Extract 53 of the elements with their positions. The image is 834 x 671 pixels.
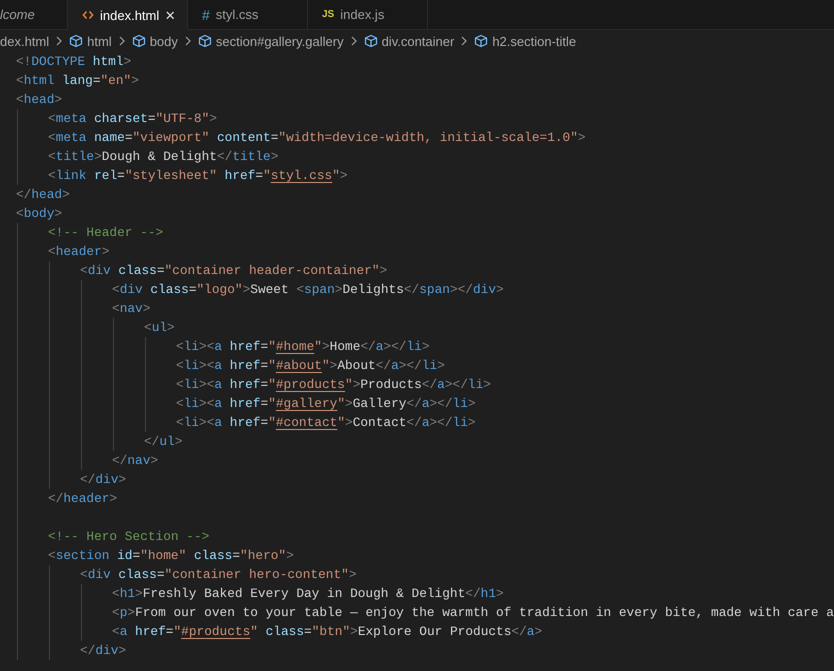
js-icon: JS <box>322 9 334 20</box>
code-line: <nav> <box>112 300 150 318</box>
code-line: <head> <box>16 91 62 109</box>
code-line: <!DOCTYPE html> <box>16 53 132 71</box>
hash-icon: # <box>202 6 210 22</box>
code-line: <html lang="en"> <box>16 72 139 90</box>
code-line: <li><a href="#about">About</a></li> <box>176 357 445 375</box>
code-line: </div> <box>80 471 126 489</box>
editor-tab[interactable]: index.html × <box>68 0 188 30</box>
code-line: <p>From our oven to your table — enjoy the warmth of tradition in every bite, made with care a <box>112 604 834 622</box>
code-line: <body> <box>16 205 62 223</box>
code-line: <h1>Freshly Baked Every Day in Dough & Delight</h1> <box>112 585 504 603</box>
chevron-icon <box>350 35 358 47</box>
code-line: <section id="home" class="hero"> <box>48 547 294 565</box>
cube-icon <box>198 34 212 48</box>
breadcrumb-item[interactable]: div.container <box>382 34 454 48</box>
code-line: <meta name="viewport" content="width=device-width, initial-scale=1.0"> <box>48 129 586 147</box>
close-icon[interactable]: × <box>165 6 176 24</box>
code-line: <div class="container header-container"> <box>80 262 388 280</box>
code-line: <meta charset="UTF-8"> <box>48 110 217 128</box>
code-line: </div> <box>80 642 126 660</box>
code-line: <title>Dough & Delight</title> <box>48 148 278 166</box>
code-line: <!-- Hero Section --> <box>48 528 210 546</box>
code-line: </nav> <box>112 452 158 470</box>
code-brackets-icon <box>82 9 94 21</box>
cube-icon <box>474 34 488 48</box>
editor-tab[interactable]: lcome <box>0 0 68 29</box>
chevron-icon <box>184 35 192 47</box>
breadcrumb-item[interactable]: h2.section-title <box>492 34 576 48</box>
code-line: <li><a href="#products">Products</a></li> <box>176 376 491 394</box>
code-line: <div class="container hero-content"> <box>80 566 356 584</box>
cube-icon <box>132 34 146 48</box>
breadcrumb-item[interactable]: dex.html <box>0 34 50 48</box>
cube-icon <box>69 34 84 48</box>
breadcrumb-item[interactable]: body <box>150 34 178 48</box>
code-line: <a href="#products" class="btn">Explore Our Products</a> <box>112 623 542 641</box>
code-line: <!-- Header --> <box>48 224 164 242</box>
breadcrumb-item[interactable]: html <box>87 34 112 48</box>
cube-icon <box>364 34 378 48</box>
chevron-icon <box>55 35 64 47</box>
code-line: </ul> <box>144 433 182 451</box>
code-line: <ul> <box>144 319 175 337</box>
code-line: <div class="logo">Sweet <span>Delights</span></div> <box>112 281 504 299</box>
code-line: </head> <box>16 186 70 204</box>
code-line: <header> <box>48 243 110 261</box>
chevron-icon <box>118 35 126 47</box>
code-line: <li><a href="#home">Home</a></li> <box>176 338 430 356</box>
chevron-icon <box>460 35 468 47</box>
code-line: <li><a href="#contact">Contact</a></li> <box>176 414 476 432</box>
code-line: </header> <box>48 490 118 508</box>
breadcrumb-item[interactable]: section#gallery.gallery <box>216 34 344 48</box>
code-line: <li><a href="#gallery">Gallery</a></li> <box>176 395 476 413</box>
code-line: <link rel="stylesheet" href="styl.css"> <box>48 167 348 185</box>
